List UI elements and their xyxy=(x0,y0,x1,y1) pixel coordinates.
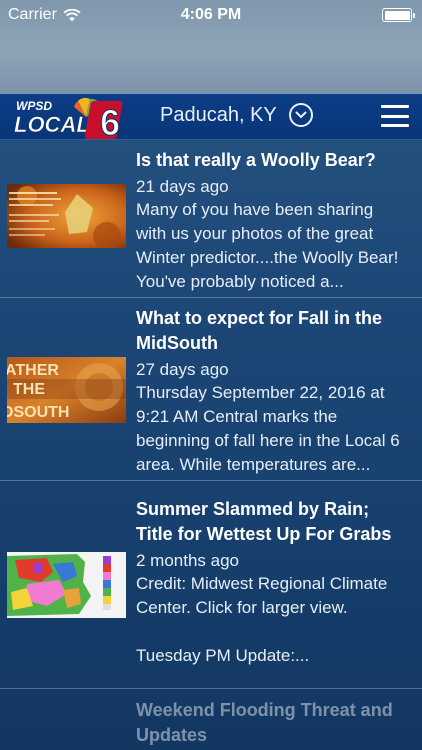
article-thumbnail-woolly-bear xyxy=(7,184,126,248)
thumb-text-the: THE xyxy=(13,381,45,398)
wifi-icon xyxy=(63,8,81,21)
thumb-text-osouth: OSOUTH xyxy=(7,404,69,421)
status-bar: Carrier 4:06 PM xyxy=(0,0,422,30)
article-age: 2 months ago xyxy=(136,551,240,570)
article-thumbnail-fall: ATHER THE OSOUTH xyxy=(7,357,126,423)
battery-icon xyxy=(382,8,415,22)
logo-six: 6 xyxy=(100,102,120,139)
article-item[interactable]: Summer Slammed by Rain; Title for Wettes… xyxy=(0,481,422,689)
carrier-label: Carrier xyxy=(8,6,57,23)
article-excerpt: Many of you have been sharing with us yo… xyxy=(136,200,399,291)
app-screen: Carrier 4:06 PM WPSD LOCAL 6 Paducah, KY… xyxy=(0,0,422,750)
thumb-text-ather: ATHER xyxy=(7,362,59,379)
article-title: What to expect for Fall in the MidSouth xyxy=(136,308,383,353)
article-excerpt: Credit: Midwest Regional Climate Center.… xyxy=(136,574,388,665)
location-label: Paducah, KY xyxy=(160,103,277,126)
article-thumbnail-rain-map xyxy=(7,552,126,618)
article-title: Is that really a Woolly Bear? xyxy=(136,150,376,170)
chevron-down-icon xyxy=(288,103,313,127)
article-item[interactable]: ATHER THE OSOUTH What to expect for Fall… xyxy=(0,298,422,481)
article-item[interactable]: Weekend Flooding Threat and Updates xyxy=(0,689,422,750)
article-title: Summer Slammed by Rain; Title for Wettes… xyxy=(136,499,392,544)
app-header: WPSD LOCAL 6 Paducah, KY xyxy=(0,94,422,140)
logo-wpsd-text: WPSD xyxy=(16,99,52,113)
location-selector[interactable]: Paducah, KY xyxy=(160,103,313,127)
article-item[interactable]: Is that really a Woolly Bear? 21 days ag… xyxy=(0,140,422,298)
article-title: Weekend Flooding Threat and Updates xyxy=(136,700,393,745)
logo-local-text: LOCAL xyxy=(14,112,90,137)
hamburger-menu-icon[interactable] xyxy=(381,105,409,127)
article-age: 27 days ago xyxy=(136,360,229,379)
article-age: 21 days ago xyxy=(136,177,229,196)
wpsd-local6-logo[interactable]: WPSD LOCAL 6 xyxy=(12,95,124,139)
article-list: Is that really a Woolly Bear? 21 days ag… xyxy=(0,140,422,750)
article-excerpt: Thursday September 22, 2016 at 9:21 AM C… xyxy=(136,383,400,474)
